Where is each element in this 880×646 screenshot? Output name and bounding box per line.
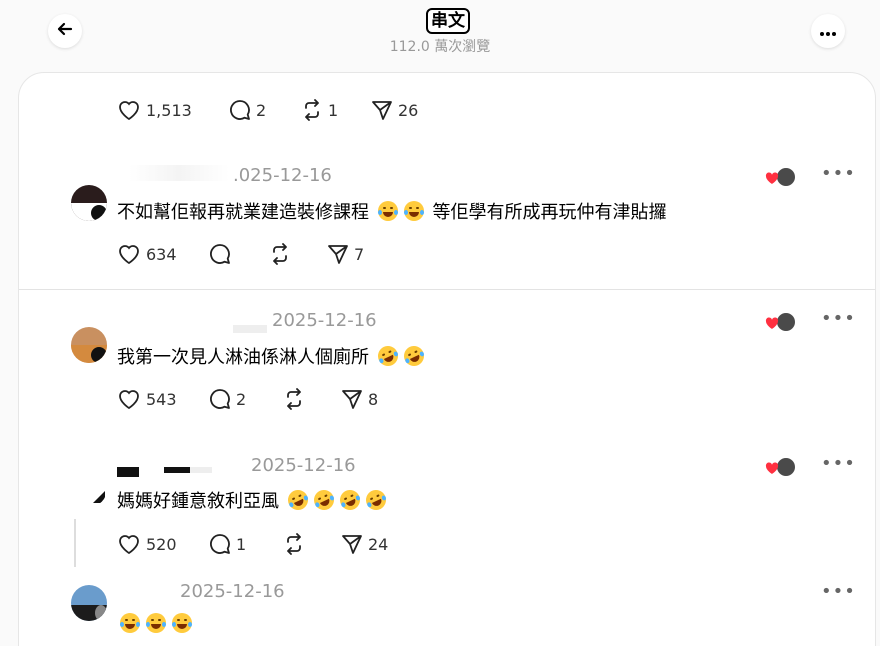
page-title: 串文 xyxy=(426,8,470,34)
comment-more-button[interactable]: ••• xyxy=(821,453,856,474)
send-icon xyxy=(341,533,363,555)
rofl-emoji xyxy=(284,486,312,514)
like-button[interactable]: 1,513 xyxy=(117,95,192,125)
like-count: 634 xyxy=(146,244,177,264)
heart-icon xyxy=(117,533,141,555)
repost-button[interactable] xyxy=(283,384,305,414)
comment-more-button[interactable]: ••• xyxy=(821,581,856,602)
like-button[interactable]: 520 xyxy=(117,529,177,559)
comment-button[interactable] xyxy=(209,239,231,269)
comment-date: 2025-12-16 xyxy=(180,581,285,602)
comment-bubble-icon xyxy=(209,388,231,410)
like-count: 543 xyxy=(146,389,177,409)
comment-text: 媽媽好鍾意敘利亞風 xyxy=(117,486,390,514)
redacted-username xyxy=(129,165,229,181)
heart-icon xyxy=(117,99,141,121)
comment-date: .025-12-16 xyxy=(233,165,332,186)
comment-bubble-icon xyxy=(229,99,251,121)
laughing-emoji xyxy=(403,201,424,221)
like-button[interactable]: 634 xyxy=(117,239,177,269)
comment-text-part: 不如幫佢報再就業建造裝修課程 xyxy=(117,202,369,223)
comment-date: 2025-12-16 xyxy=(251,455,356,476)
avatar[interactable] xyxy=(71,185,107,221)
repost-icon xyxy=(283,533,305,555)
comment-action-bar: 520 1 24 xyxy=(117,529,517,559)
share-button[interactable]: 26 xyxy=(371,95,418,125)
share-count: 7 xyxy=(354,244,365,264)
comment-date: 2025-12-16 xyxy=(272,310,377,331)
like-count: 1,513 xyxy=(146,100,192,120)
redacted-username xyxy=(233,325,267,333)
send-icon xyxy=(341,388,363,410)
comment-button[interactable]: 2 xyxy=(229,95,266,125)
rofl-emoji xyxy=(362,486,390,514)
rofl-emoji xyxy=(400,342,428,370)
repost-button[interactable] xyxy=(269,239,291,269)
repost-button[interactable]: 1 xyxy=(301,95,338,125)
comment-text xyxy=(117,613,195,635)
share-button[interactable]: 7 xyxy=(327,239,364,269)
top-bar: 串文 112.0 萬次瀏覽 xyxy=(0,0,880,72)
comment-text: 不如幫佢報再就業建造裝修課程 等佢學有所成再玩仲有津貼攞 xyxy=(117,198,666,224)
avatar[interactable] xyxy=(71,585,107,621)
thread-card: 1,513 2 1 26 .025-12-16 ••• 不如幫佢報再就業建造裝修… xyxy=(18,72,876,646)
heart-icon xyxy=(117,243,141,265)
comment-text-part: 等佢學有所成再玩仲有津貼攞 xyxy=(432,202,667,223)
redacted-username xyxy=(190,467,212,473)
more-horizontal-icon xyxy=(819,22,837,41)
author-liked-indicator xyxy=(765,456,799,478)
comment-text-part: 媽媽好鍾意敘利亞風 xyxy=(117,491,279,512)
view-count: 112.0 萬次瀏覽 xyxy=(389,39,491,55)
send-icon xyxy=(371,99,393,121)
laughing-emoji xyxy=(120,613,140,633)
comment-more-button[interactable]: ••• xyxy=(821,308,856,329)
share-button[interactable]: 8 xyxy=(341,384,378,414)
author-liked-indicator xyxy=(765,311,799,333)
comment-action-bar: 543 2 8 xyxy=(117,384,517,414)
like-count: 520 xyxy=(146,534,177,554)
redacted-username xyxy=(117,467,139,477)
heart-icon xyxy=(117,388,141,410)
rofl-emoji xyxy=(374,342,402,370)
comment-text: 我第一次見人淋油係淋人個廁所 xyxy=(117,342,428,370)
comment-button[interactable]: 2 xyxy=(209,384,246,414)
laughing-emoji xyxy=(146,613,166,633)
comment-action-bar: 634 7 xyxy=(117,239,517,269)
comment-bubble-icon xyxy=(209,243,231,265)
comment-count: 2 xyxy=(256,100,267,120)
share-count: 26 xyxy=(398,100,419,120)
share-button[interactable]: 24 xyxy=(341,529,388,559)
divider xyxy=(19,289,875,290)
share-count: 8 xyxy=(368,389,379,409)
laughing-emoji xyxy=(172,613,192,633)
comment-count: 2 xyxy=(236,389,247,409)
like-button[interactable]: 543 xyxy=(117,384,177,414)
send-icon xyxy=(327,243,349,265)
rofl-emoji xyxy=(336,486,364,514)
share-count: 24 xyxy=(368,534,389,554)
avatar[interactable] xyxy=(71,471,107,507)
redacted-username xyxy=(164,467,190,473)
thread-line xyxy=(74,519,76,567)
repost-icon xyxy=(269,243,291,265)
laughing-emoji xyxy=(377,201,398,221)
comment-bubble-icon xyxy=(209,533,231,555)
author-liked-indicator xyxy=(765,166,799,188)
rofl-emoji xyxy=(310,486,338,514)
comment-more-button[interactable]: ••• xyxy=(821,163,856,184)
comment-button[interactable]: 1 xyxy=(209,529,246,559)
repost-icon xyxy=(301,99,323,121)
more-options-button[interactable] xyxy=(811,14,845,48)
repost-icon xyxy=(283,388,305,410)
avatar[interactable] xyxy=(71,327,107,363)
comment-text-part: 我第一次見人淋油係淋人個廁所 xyxy=(117,347,369,368)
comment-count: 1 xyxy=(236,534,247,554)
repost-count: 1 xyxy=(328,100,339,120)
repost-button[interactable] xyxy=(283,529,305,559)
post-action-bar: 1,513 2 1 26 xyxy=(117,95,517,125)
